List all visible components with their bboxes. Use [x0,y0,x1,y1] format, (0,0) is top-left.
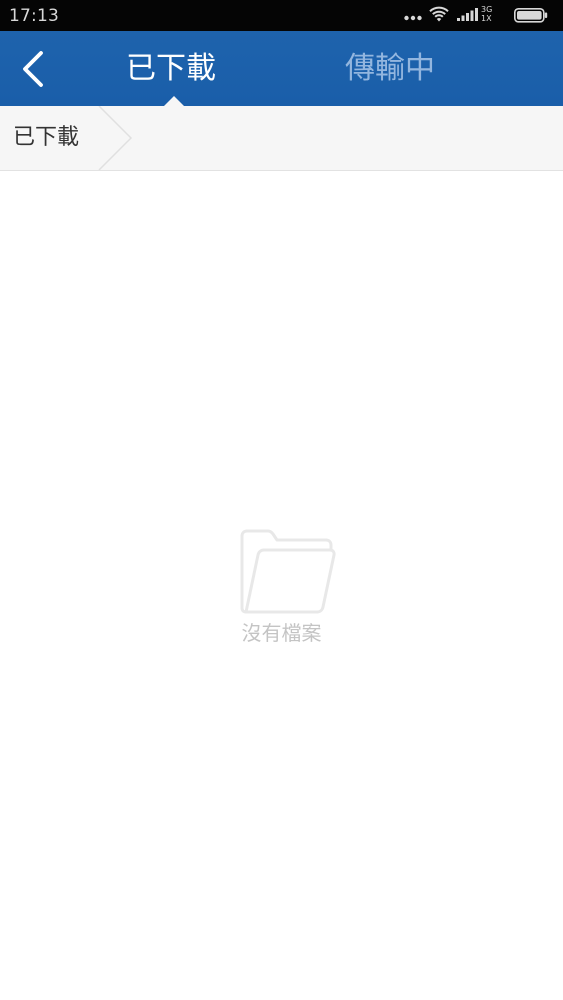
network-type-label: 3G [481,5,493,14]
app-header: 已下載 傳輸中 [0,31,563,106]
more-dots-icon [404,15,422,21]
breadcrumb-chevron-icon [98,106,133,170]
breadcrumb-item-downloaded[interactable]: 已下載 [0,106,133,170]
network-sub-label: 1X [481,14,492,23]
status-bar: 17:13 3G 1X [0,0,563,31]
back-arrow-icon [23,51,43,87]
tab-downloaded[interactable]: 已下載 [126,49,220,89]
battery-icon [514,8,548,23]
tab-transferring[interactable]: 傳輸中 [345,49,439,89]
cellular-signal-icon [457,8,478,21]
active-tab-indicator [164,96,184,106]
empty-state: 沒有檔案 [200,528,363,648]
wifi-icon [429,6,449,22]
empty-state-message: 沒有檔案 [241,621,322,645]
status-time: 17:13 [9,6,59,26]
breadcrumb: 已下載 [0,106,563,171]
back-button[interactable] [8,41,62,97]
empty-folder-icon [240,529,336,614]
status-icons: 3G 1X [404,4,554,28]
breadcrumb-label: 已下載 [13,125,80,150]
